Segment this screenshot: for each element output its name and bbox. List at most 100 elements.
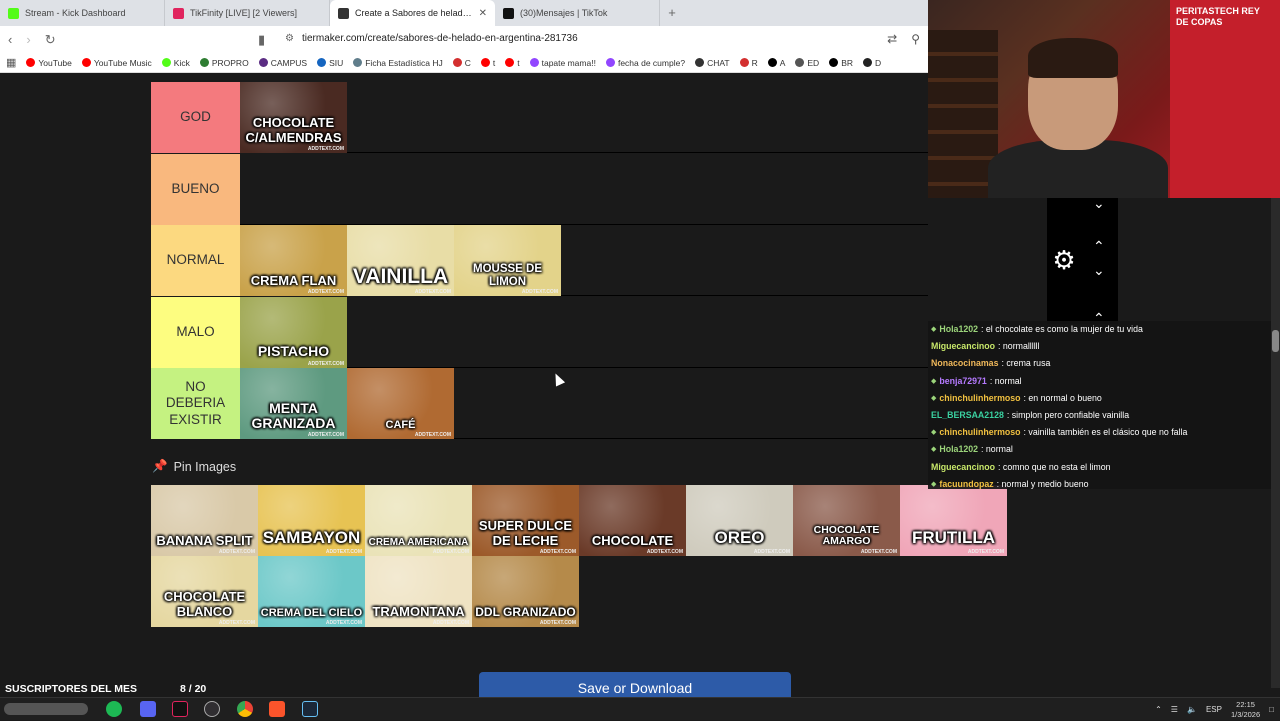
brave-icon[interactable] <box>269 701 285 717</box>
scrollbar-thumb[interactable] <box>1272 330 1279 352</box>
bookmark-item[interactable]: Kick <box>161 57 190 68</box>
obs-icon[interactable] <box>204 701 220 717</box>
browser-tab[interactable]: Stream - Kick Dashboard <box>0 0 165 26</box>
chrome-icon[interactable] <box>237 701 253 717</box>
tier-image-card[interactable]: CREMA AMERICANA ADDTEXT.COM <box>365 485 472 556</box>
tier-image-card[interactable]: CHOCOLATE BLANCO ADDTEXT.COM <box>151 556 258 627</box>
tier-image-card[interactable]: CREMA DEL CIELO ADDTEXT.COM <box>258 556 365 627</box>
tier-image-card[interactable]: MENTA GRANIZADA ADDTEXT.COM <box>240 368 347 440</box>
bookmark-item[interactable]: Ficha Estadística HJ <box>353 57 443 68</box>
bookmark-item[interactable]: PROPRO <box>199 58 249 68</box>
site-info-icon[interactable]: ⚙ <box>285 33 294 44</box>
chat-username: Nonacocinamas <box>931 358 999 369</box>
tier-label[interactable]: NO DEBERIA EXISTIR <box>151 368 240 440</box>
reload-icon[interactable]: ↻ <box>45 32 56 48</box>
bookmark-item[interactable]: R <box>739 57 758 68</box>
bookmark-item[interactable]: fecha de cumple? <box>605 58 685 68</box>
tier-label[interactable]: BUENO <box>151 153 240 225</box>
chat-username: Hola1202 <box>939 444 979 455</box>
tier-image-card[interactable]: CAFÉ ADDTEXT.COM <box>347 368 454 440</box>
pin-images-heading[interactable]: 📌 Pin Images <box>152 459 236 474</box>
system-tray: ⌃ ☰ 🔈 ESP 22:15 1/3/2026 □ <box>1155 698 1280 721</box>
discord-icon[interactable] <box>140 701 156 717</box>
chevron-down-icon[interactable]: ⌄ <box>1093 262 1105 279</box>
bookmark-item[interactable]: CHAT <box>695 58 730 68</box>
tier-image-card[interactable]: PISTACHO ADDTEXT.COM <box>240 296 347 368</box>
tiktok-icon[interactable] <box>172 701 188 717</box>
wifi-icon[interactable]: ☰ <box>1171 705 1178 714</box>
browser-tab[interactable]: TikFinity [LIVE] [2 Viewers] <box>165 0 330 26</box>
bookmark-label: YouTube Music <box>93 57 152 68</box>
bookmark-item[interactable]: t <box>480 58 495 68</box>
bookmark-label: CAMPUS <box>270 57 308 68</box>
bookmark-item[interactable]: CAMPUS <box>258 57 308 68</box>
watermark: ADDTEXT.COM <box>218 620 255 626</box>
chat-message: Miguecancinoo: comno que no esta el limo… <box>928 459 1273 476</box>
back-icon[interactable]: ‹ <box>8 32 12 47</box>
watermark: ADDTEXT.COM <box>307 289 344 296</box>
subscribers-count: 8 / 20 <box>180 683 207 695</box>
language-indicator[interactable]: ESP <box>1206 705 1222 714</box>
tier-image-card[interactable]: SAMBAYON ADDTEXT.COM <box>258 485 365 556</box>
search-bar-icon[interactable] <box>4 703 88 715</box>
tier-row: BUENO <box>151 153 928 225</box>
tray-arrow-icon[interactable]: ⌃ <box>1155 705 1162 714</box>
chevron-up-icon[interactable]: ⌃ <box>1093 238 1105 255</box>
bookmark-favicon-icon <box>258 58 268 67</box>
forward-icon[interactable]: › <box>26 32 30 47</box>
bookmark-favicon-icon <box>863 58 873 67</box>
tier-image-card[interactable]: CHOCOLATE ADDTEXT.COM <box>579 485 686 556</box>
tier-label[interactable]: GOD <box>151 82 240 153</box>
bookmark-item[interactable]: D <box>863 58 881 68</box>
zoom-icon[interactable]: ⚲ <box>911 32 920 46</box>
chevron-down-icon[interactable]: ⌄ <box>1093 195 1105 212</box>
tier-row: NO DEBERIA EXISTIR MENTA GRANIZADA ADDTEXT… <box>151 368 928 440</box>
bookmark-favicon-icon <box>739 58 749 67</box>
bookmark-favicon-icon <box>505 58 515 67</box>
bookmark-icon[interactable]: ▮ <box>258 32 265 48</box>
tier-items: PISTACHO ADDTEXT.COM <box>240 296 347 368</box>
notifications-icon[interactable]: □ <box>1269 705 1274 714</box>
scrollbar-track[interactable] <box>1271 198 1280 688</box>
spotify-icon[interactable] <box>106 701 122 717</box>
volume-icon[interactable]: 🔈 <box>1187 705 1197 714</box>
bookmark-item[interactable]: SIU <box>317 58 343 68</box>
tier-image-card[interactable]: CHOCOLATE AMARGO ADDTEXT.COM <box>793 485 900 556</box>
tier-label[interactable]: NORMAL <box>151 225 240 297</box>
tier-image-card[interactable]: CREMA FLAN ADDTEXT.COM <box>240 225 347 297</box>
bookmark-item[interactable]: BR <box>829 58 853 68</box>
apps-icon[interactable]: ▦ <box>6 56 16 69</box>
close-tab-icon[interactable]: ✕ <box>479 8 487 19</box>
tier-label[interactable]: MALO <box>151 296 240 368</box>
gear-icon[interactable]: ⚙ <box>1051 247 1077 273</box>
bookmark-item[interactable]: YouTube Music <box>81 57 152 68</box>
tier-image-card[interactable]: CHOCOLATE C/ALMENDRAS ADDTEXT.COM <box>240 82 347 153</box>
new-tab-button[interactable]: + <box>660 0 684 26</box>
bookmark-label: R <box>751 57 758 68</box>
bookmark-item[interactable]: ED <box>795 58 819 68</box>
bookmark-item[interactable]: t <box>505 58 520 68</box>
translate-icon[interactable]: ⇄ <box>887 32 897 46</box>
browser-tab[interactable]: (30)Mensajes | TikTok <box>495 0 660 26</box>
bookmark-label: Ficha Estadística HJ <box>365 57 443 68</box>
tier-image-card[interactable]: BANANA SPLIT ADDTEXT.COM <box>151 485 258 556</box>
bookmark-label: Kick <box>173 57 190 68</box>
tier-image-card[interactable]: OREO ADDTEXT.COM <box>686 485 793 556</box>
bookmark-item[interactable]: C <box>452 57 471 68</box>
bookmark-favicon-icon <box>695 58 705 67</box>
clock[interactable]: 22:15 1/3/2026 <box>1231 700 1260 720</box>
bookmark-item[interactable]: tapate mama!! <box>529 58 596 68</box>
tier-image-card[interactable]: SUPER DULCE DE LECHE ADDTEXT.COM <box>472 485 579 556</box>
bookmark-item[interactable]: YouTube <box>26 58 72 68</box>
tier-row: NORMAL CREMA FLAN ADDTEXT.COM VAINILLA ADDTE… <box>151 225 928 297</box>
tier-image-card[interactable]: FRUTILLA ADDTEXT.COM <box>900 485 1007 556</box>
url-field[interactable]: ⚙ tiermaker.com/create/sabores-de-helado… <box>285 33 578 44</box>
browser-tab[interactable]: Create a Sabores de helado en A ✕ <box>330 0 495 26</box>
bookmark-item[interactable]: A <box>767 58 785 68</box>
tier-image-card[interactable]: MOUSSE DE LIMON ADDTEXT.COM <box>454 225 561 297</box>
tier-image-card[interactable]: VAINILLA ADDTEXT.COM <box>347 225 454 297</box>
tier-image-card[interactable]: TRAMONTANA ADDTEXT.COM <box>365 556 472 627</box>
bookmark-label: C <box>464 57 471 68</box>
steam-icon[interactable] <box>302 701 318 717</box>
tier-image-card[interactable]: DDL GRANIZADO ADDTEXT.COM <box>472 556 579 627</box>
